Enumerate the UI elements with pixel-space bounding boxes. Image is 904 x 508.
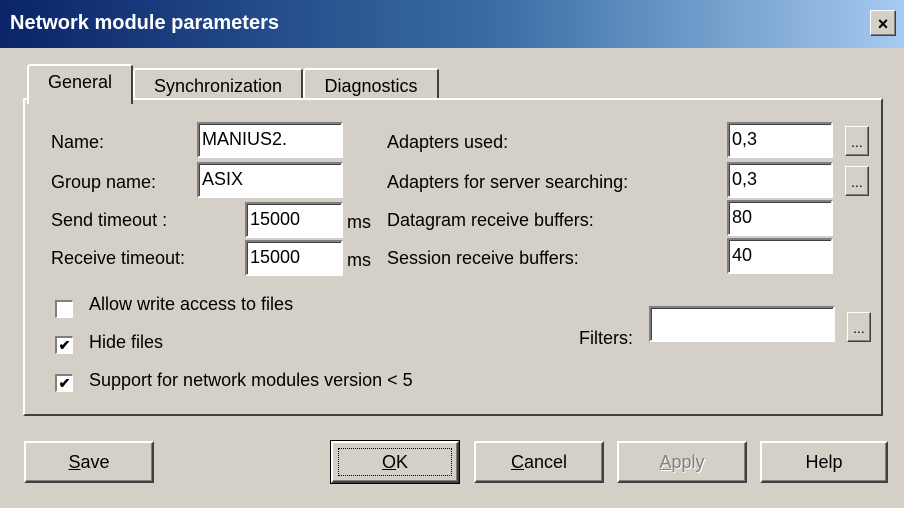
apply-mnemonic: A [659,452,672,472]
allow-write-access-label[interactable]: Allow write access to files [89,294,293,315]
cancel-button[interactable]: Cancel [474,441,604,483]
session-buffers-label: Session receive buffers: [387,248,579,268]
name-label: Name: [51,132,105,152]
adapters-search-input[interactable]: 0,3 [727,162,833,198]
filters-input[interactable] [649,306,835,342]
datagram-buffers-label: Datagram receive buffers: [387,210,594,230]
close-icon: × [877,14,889,34]
ok-button[interactable]: OK [330,440,460,484]
focus-rect [338,448,452,476]
save-mnemonic: S [68,452,81,472]
apply-button[interactable]: Apply [617,441,747,483]
session-buffers-input[interactable]: 40 [727,238,833,274]
receive-timeout-unit: ms [347,250,371,270]
send-timeout-unit: ms [347,212,371,232]
hide-files-label[interactable]: Hide files [89,332,163,353]
send-timeout-label: Send timeout : [51,210,168,230]
close-button[interactable]: × [870,10,896,36]
checkmark-icon: ✔ [58,337,71,353]
adapters-used-input[interactable]: 0,3 [727,122,833,158]
adapters-used-label: Adapters used: [387,132,509,152]
cancel-label: ancel [523,452,568,472]
tab-synchronization-label: Synchronization [153,76,283,96]
filters-label: Filters: [579,328,633,348]
help-button[interactable]: Help [760,441,888,483]
help-label: Help [805,452,843,472]
group-name-label: Group name: [51,172,157,192]
datagram-buffers-input[interactable]: 80 [727,200,833,236]
tab-general-label: General [47,72,113,92]
adapters-search-browse-button[interactable]: ... [845,166,869,196]
receive-timeout-label: Receive timeout: [51,248,186,268]
window-title: Network module parameters [10,12,279,34]
checkmark-icon: ✔ [58,375,71,391]
allow-write-access-box[interactable] [55,300,73,318]
support-old-modules-label[interactable]: Support for network modules version < 5 [89,370,413,391]
name-input[interactable]: MANIUS2. [197,122,343,158]
apply-label-wrap: Apply [659,452,704,472]
hide-files-box[interactable]: ✔ [55,336,73,354]
cancel-mnemonic: C [510,452,524,472]
tab-general[interactable]: General [27,64,133,104]
tab-diagnostics-label: Diagnostics [324,76,418,96]
title-bar: Network module parameters [0,0,904,48]
apply-label: pply [671,452,705,472]
receive-timeout-input[interactable]: 15000 [245,240,343,276]
support-old-modules-box[interactable]: ✔ [55,374,73,392]
general-tab-panel: Name: MANIUS2. Group name: ASIX Send tim… [23,98,883,416]
group-name-input[interactable]: ASIX [197,162,343,198]
save-label: ave [80,452,110,472]
save-button[interactable]: Save [24,441,154,483]
adapters-used-browse-button[interactable]: ... [845,126,869,156]
send-timeout-input[interactable]: 15000 [245,202,343,238]
filters-browse-button[interactable]: ... [847,312,871,342]
adapters-search-label: Adapters for server searching: [387,172,629,192]
